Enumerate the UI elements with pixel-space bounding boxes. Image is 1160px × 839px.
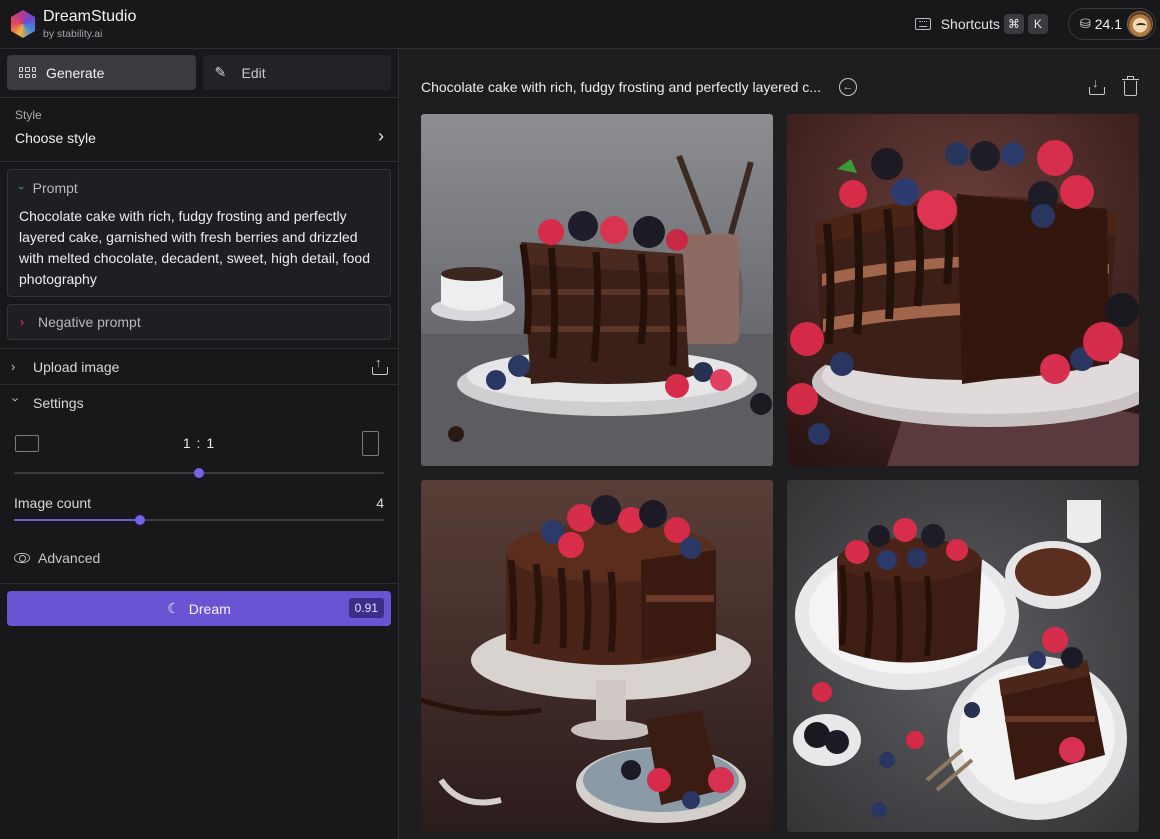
generation-title: Chocolate cake with rich, fudgy frosting… xyxy=(421,79,821,95)
grid-icon xyxy=(19,67,37,78)
advanced-toggle[interactable]: Advanced xyxy=(14,550,384,566)
eye-icon xyxy=(14,553,30,563)
style-label: Style xyxy=(15,108,42,122)
dream-button[interactable]: ☾ Dream 0.91 xyxy=(7,591,391,626)
prompt-label: Prompt xyxy=(32,180,78,196)
credits-button[interactable]: ⛁ 24.1 xyxy=(1067,8,1156,40)
aspect-ratio-value: 1 : 1 xyxy=(182,435,216,451)
mode-tabs: Generate ✎ Edit xyxy=(0,49,398,98)
chocolate-cake-stand-image xyxy=(421,480,773,832)
aspect-ratio-slider-thumb[interactable] xyxy=(194,468,204,478)
dream-button-label: Dream xyxy=(188,600,231,617)
prompt-input[interactable]: Chocolate cake with rich, fudgy frosting… xyxy=(19,206,379,290)
dreamstudio-logo-icon xyxy=(10,10,36,38)
portrait-ratio-icon[interactable] xyxy=(362,431,379,456)
moon-stars-icon: ☾ xyxy=(167,600,180,616)
shortcut-key-cmd: ⌘ xyxy=(1003,14,1024,34)
chevron-right-icon: › xyxy=(20,315,24,329)
chevron-down-icon: › xyxy=(8,397,24,402)
generated-image-1[interactable] xyxy=(421,114,773,466)
settings-panel: 1 : 1 Image count 4 Advanced xyxy=(0,420,398,583)
negative-prompt-label: Negative prompt xyxy=(38,314,141,330)
negative-prompt-toggle[interactable]: › Negative prompt xyxy=(7,304,391,340)
download-icon[interactable] xyxy=(1089,75,1105,95)
shortcut-key-k: K xyxy=(1027,14,1048,34)
app-name: DreamStudio xyxy=(43,7,137,25)
top-bar: DreamStudio by stability.ai Shortcuts ⌘ … xyxy=(0,0,1160,49)
chevron-right-icon: › xyxy=(11,359,16,374)
credits-value: 24.1 xyxy=(1094,16,1122,32)
prompt-panel: › Prompt Chocolate cake with rich, fudgy… xyxy=(7,169,391,297)
generated-image-2[interactable] xyxy=(787,114,1139,466)
sidebar: Generate ✎ Edit Style Choose style › › P… xyxy=(0,49,399,839)
settings-toggle[interactable]: › Settings xyxy=(0,384,398,420)
trash-icon[interactable] xyxy=(1122,76,1139,96)
chocolate-cake-plates-image xyxy=(787,480,1139,832)
image-count-slider-thumb[interactable] xyxy=(134,515,145,525)
style-value: Choose style xyxy=(15,130,96,146)
upload-icon[interactable] xyxy=(372,355,388,375)
style-selector[interactable]: Style Choose style › xyxy=(0,98,398,162)
advanced-label: Advanced xyxy=(38,550,101,566)
coins-icon: ⛁ xyxy=(1079,16,1091,31)
app-byline: by stability.ai xyxy=(43,27,103,40)
edit-icon: ✎ xyxy=(214,64,227,80)
generated-image-4[interactable] xyxy=(787,480,1139,832)
chevron-down-icon: › xyxy=(14,186,27,190)
chevron-right-icon: › xyxy=(378,126,384,146)
aspect-ratio-slider[interactable] xyxy=(14,468,384,478)
tab-generate-label: Generate xyxy=(46,64,105,81)
reuse-prompt-icon[interactable]: ← xyxy=(838,78,857,96)
chocolate-cake-slice-image xyxy=(421,114,773,466)
tab-generate[interactable]: Generate xyxy=(7,55,196,90)
image-count-label: Image count xyxy=(14,495,92,511)
chocolate-layer-cake-image xyxy=(787,114,1139,466)
upload-image-toggle[interactable]: › Upload image xyxy=(0,348,398,384)
dream-cost-badge: 0.91 xyxy=(348,598,384,618)
prompt-toggle[interactable]: › Prompt xyxy=(15,180,379,196)
tab-edit-label: Edit xyxy=(241,64,266,81)
aspect-ratio-control: 1 : 1 xyxy=(14,420,384,472)
results-panel: Chocolate cake with rich, fudgy frosting… xyxy=(400,49,1160,839)
image-count-slider[interactable] xyxy=(14,515,384,525)
shortcuts-button[interactable]: Shortcuts ⌘ K xyxy=(914,14,1048,34)
keyboard-icon xyxy=(914,18,931,30)
app-logo[interactable]: DreamStudio by stability.ai xyxy=(9,7,137,40)
settings-label: Settings xyxy=(33,394,84,411)
tab-edit[interactable]: ✎ Edit xyxy=(202,55,391,90)
user-avatar[interactable] xyxy=(1127,11,1153,37)
image-count-slider-fill xyxy=(14,519,140,521)
shortcuts-label: Shortcuts xyxy=(940,16,1000,32)
upload-image-label: Upload image xyxy=(33,358,120,375)
image-count-value: 4 xyxy=(376,495,384,511)
generated-image-3[interactable] xyxy=(421,480,773,832)
